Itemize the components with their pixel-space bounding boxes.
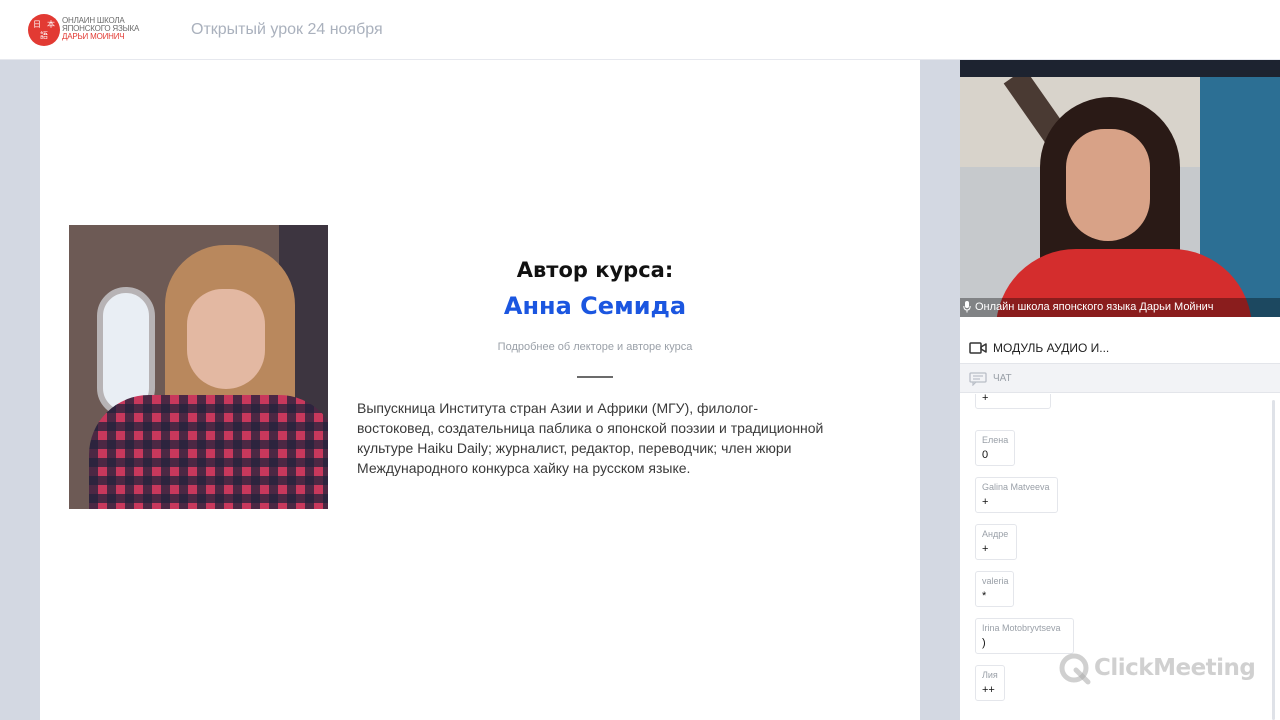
chat-message: Galina Matveeva + bbox=[975, 477, 1058, 513]
clickmeeting-logo-icon bbox=[1059, 653, 1091, 685]
event-title: Открытый урок 24 ноября bbox=[191, 21, 383, 38]
side-panel: Онлайн школа японского языка Дарьи Мойни… bbox=[960, 60, 1280, 720]
chat-message-author: Irina Motobryvtseva bbox=[982, 623, 1061, 633]
logo-line: Дарьи Мойнич bbox=[62, 33, 125, 41]
divider bbox=[577, 376, 613, 378]
module-audio-video[interactable]: МОДУЛЬ АУДИО И... bbox=[960, 332, 1280, 362]
logo-glyph: 本 bbox=[47, 20, 55, 29]
chat-message: Лия ++ bbox=[975, 665, 1005, 701]
clickmeeting-watermark: ClickMeeting bbox=[1058, 652, 1258, 688]
video-presenter-face bbox=[1066, 129, 1150, 241]
chat-message: Irina Motobryvtseva ) bbox=[975, 618, 1074, 654]
chat-header[interactable]: ЧАТ bbox=[960, 363, 1280, 393]
chat-message-text: + bbox=[982, 394, 989, 404]
top-bar: 日 本 語 Онлайн школа японского языка Дарьи… bbox=[0, 0, 1280, 60]
chat-message-text: + bbox=[982, 496, 989, 508]
chat-message-author: Андре bbox=[982, 529, 1009, 539]
chat-message-text: * bbox=[982, 590, 987, 602]
watermark-text: ClickMeeting bbox=[1094, 655, 1256, 681]
logo-line: Онлайн школа bbox=[62, 17, 125, 25]
logo-line: японского языка bbox=[62, 25, 140, 33]
school-logo-text: Онлайн школа японского языка Дарьи Мойни… bbox=[62, 17, 142, 41]
chat-label: ЧАТ bbox=[993, 373, 1012, 384]
logo-glyph: 語 bbox=[40, 31, 48, 40]
video-caption-text: Онлайн школа японского языка Дарьи Мойни… bbox=[975, 301, 1214, 313]
video-header bbox=[960, 60, 1280, 77]
chat-message-text: 0 bbox=[982, 449, 989, 461]
video-camera-icon bbox=[969, 342, 987, 354]
chat-message: valeria * bbox=[975, 571, 1014, 607]
author-bio: Выпускница Института стран Азии и Африки… bbox=[357, 400, 824, 476]
chat-message-author: Лия bbox=[982, 670, 998, 680]
chat-scrollbar[interactable] bbox=[1272, 400, 1275, 720]
chat-message-author: valeria bbox=[982, 576, 1009, 586]
chat-message-author: Galina Matveeva bbox=[982, 482, 1050, 492]
video-caption: Онлайн школа японского языка Дарьи Мойни… bbox=[960, 298, 1280, 317]
photo-scarf bbox=[89, 395, 328, 509]
slide: Автор курса: Анна Семида Подробнее об ле… bbox=[40, 60, 920, 720]
chat-message-author: Елена bbox=[982, 435, 1009, 445]
chat-message-text: ) bbox=[982, 637, 986, 649]
chat-message-text: ++ bbox=[982, 684, 995, 696]
chat-message: Андре + bbox=[975, 524, 1017, 560]
presenter-video[interactable]: Онлайн школа японского языка Дарьи Мойни… bbox=[960, 77, 1280, 317]
presentation-area: Автор курса: Анна Семида Подробнее об ле… bbox=[0, 60, 960, 720]
logo-glyph: 日 bbox=[33, 20, 41, 29]
chat-message: Елена 0 bbox=[975, 430, 1015, 466]
module-label: МОДУЛЬ АУДИО И... bbox=[993, 341, 1110, 355]
chat-message: + bbox=[975, 394, 1051, 409]
chat-icon bbox=[969, 372, 987, 386]
microphone-icon bbox=[963, 301, 971, 313]
chat-message-text: + bbox=[982, 543, 989, 555]
school-logo-icon[interactable]: 日 本 語 bbox=[28, 14, 60, 46]
